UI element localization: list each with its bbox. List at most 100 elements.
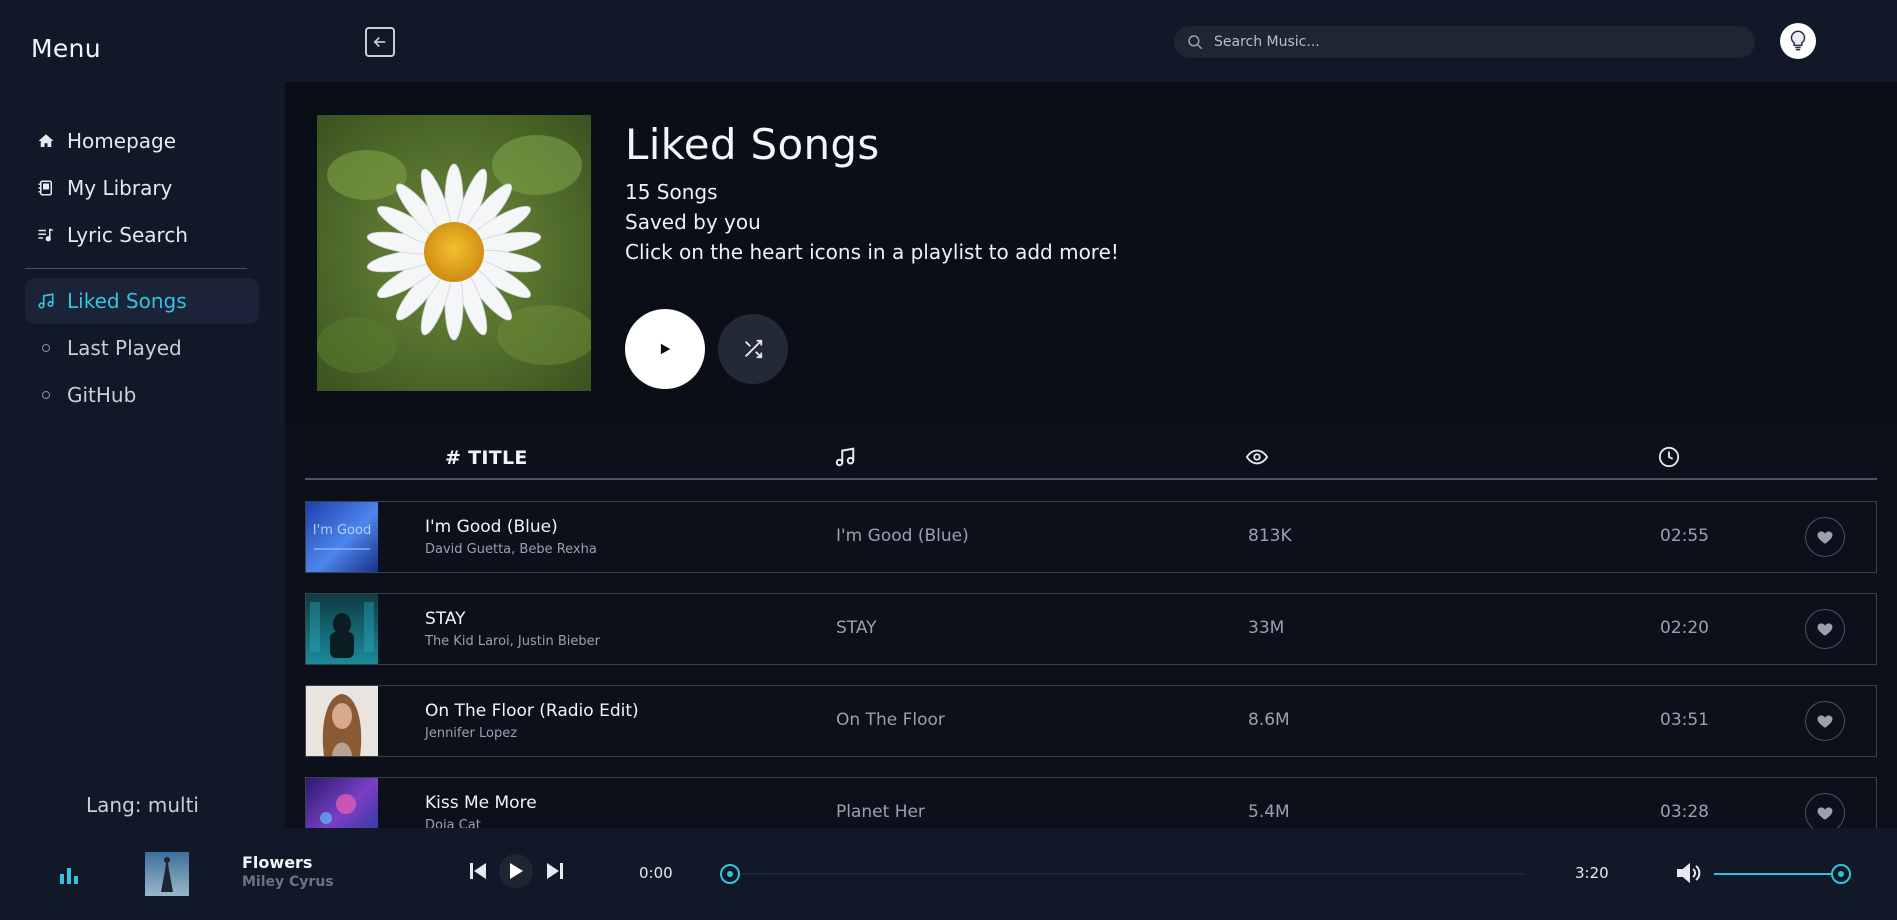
play-icon: [660, 343, 671, 355]
search-icon: [1188, 35, 1203, 50]
now-playing-title: Flowers: [242, 853, 313, 872]
song-views: 8.6M: [1248, 710, 1290, 730]
sidebar-item-liked-songs[interactable]: Liked Songs: [25, 278, 259, 324]
total-time: 3:20: [1575, 864, 1609, 882]
song-title: STAY: [425, 609, 466, 629]
shuffle-icon: [745, 339, 763, 359]
table-row[interactable]: Kiss Me More Doja Cat Planet Her 5.4M 03…: [305, 777, 1877, 828]
circle-icon: [42, 344, 50, 352]
table-row[interactable]: STAY The Kid Laroi, Justin Bieber STAY 3…: [305, 593, 1877, 665]
circle-icon: [42, 391, 50, 399]
playlist-header: Liked Songs 15 Songs Saved by you Click …: [285, 82, 1897, 424]
home-icon: [36, 131, 56, 151]
heart-icon: [1817, 531, 1833, 544]
now-playing-thumbnail: [145, 852, 189, 896]
sidebar-item-label: Lyric Search: [67, 223, 188, 247]
heart-icon: [1817, 715, 1833, 728]
volume-handle[interactable]: [1831, 864, 1851, 884]
seek-handle[interactable]: [720, 864, 740, 884]
next-track-icon[interactable]: [547, 862, 563, 880]
music-note-icon: [36, 291, 56, 311]
like-button[interactable]: [1805, 609, 1845, 649]
library-icon: [36, 178, 56, 198]
sidebar-item-label: Liked Songs: [67, 289, 187, 313]
title-column-header: # TITLE: [445, 447, 528, 469]
table-row[interactable]: I'm Good I'm Good (Blue) David Guetta, B…: [305, 501, 1877, 573]
music-app: Menu Homepage My Library Lyric Search Li…: [0, 0, 1897, 920]
song-album: STAY: [836, 618, 877, 638]
search-input[interactable]: [1214, 34, 1734, 50]
song-thumbnail: [306, 594, 378, 664]
sidebar: Menu Homepage My Library Lyric Search Li…: [0, 0, 285, 828]
song-artist: Jennifer Lopez: [425, 726, 518, 741]
equalizer-icon[interactable]: [60, 868, 80, 884]
sidebar-item-lyric-search[interactable]: Lyric Search: [25, 212, 259, 258]
like-button[interactable]: [1805, 701, 1845, 741]
like-button[interactable]: [1805, 517, 1845, 557]
sidebar-item-homepage[interactable]: Homepage: [25, 118, 259, 164]
saved-by-text: Saved by you: [625, 210, 761, 234]
song-album: Planet Her: [836, 802, 925, 822]
song-thumbnail: I'm Good: [306, 502, 378, 572]
top-bar: [285, 0, 1897, 82]
playlist-cover-image: [317, 115, 591, 391]
heart-icon: [1817, 807, 1833, 820]
menu-title: Menu: [31, 34, 101, 63]
song-thumbnail: [306, 686, 378, 756]
song-count: 15 Songs: [625, 180, 718, 204]
playlist-title: Liked Songs: [625, 120, 880, 169]
song-title: I'm Good (Blue): [425, 517, 558, 537]
back-arrow-icon: [373, 36, 386, 48]
sidebar-item-last-played[interactable]: Last Played: [25, 325, 259, 371]
song-table: # TITLE I'm Good I'm Good (Blue) David G…: [285, 424, 1897, 828]
search-bar: [1174, 26, 1755, 58]
sidebar-item-my-library[interactable]: My Library: [25, 165, 259, 211]
song-duration: 02:20: [1660, 618, 1709, 638]
sidebar-item-label: Last Played: [67, 336, 182, 360]
sidebar-item-label: My Library: [67, 176, 173, 200]
table-header: # TITLE: [305, 424, 1877, 480]
lyric-search-icon: [36, 225, 56, 245]
song-duration: 02:55: [1660, 526, 1709, 546]
play-icon: [510, 863, 523, 879]
eye-icon: [1246, 449, 1268, 465]
sidebar-item-label: GitHub: [67, 383, 137, 407]
volume-slider[interactable]: [1714, 873, 1841, 875]
song-views: 5.4M: [1248, 802, 1290, 822]
music-note-icon: [835, 447, 855, 467]
back-button[interactable]: [365, 27, 395, 57]
player-bar: Flowers Miley Cyrus 0:00 3:20: [0, 828, 1897, 920]
song-duration: 03:28: [1660, 802, 1709, 822]
song-views: 33M: [1248, 618, 1285, 638]
now-playing-artist: Miley Cyrus: [242, 874, 334, 890]
main-nav: Homepage My Library Lyric Search: [25, 118, 259, 259]
nav-divider: [25, 268, 247, 269]
playlist-nav: Liked Songs Last Played GitHub: [25, 278, 259, 419]
volume-icon[interactable]: [1676, 862, 1702, 884]
play-button[interactable]: [499, 854, 533, 888]
song-thumbnail: [306, 778, 378, 828]
clock-icon: [1658, 446, 1680, 468]
table-row[interactable]: On The Floor (Radio Edit) Jennifer Lopez…: [305, 685, 1877, 757]
lightbulb-avatar: [1790, 30, 1806, 51]
song-title: Kiss Me More: [425, 793, 537, 813]
seek-bar[interactable]: [720, 873, 1525, 875]
add-hint-text: Click on the heart icons in a playlist t…: [625, 240, 1119, 264]
avatar[interactable]: [1780, 23, 1816, 59]
language-label[interactable]: Lang: multi: [0, 793, 285, 817]
song-album: On The Floor: [836, 710, 945, 730]
song-title: On The Floor (Radio Edit): [425, 701, 639, 721]
sidebar-item-label: Homepage: [67, 129, 177, 153]
sidebar-item-github[interactable]: GitHub: [25, 372, 259, 418]
song-artist: The Kid Laroi, Justin Bieber: [425, 634, 600, 649]
svg-text:I'm Good: I'm Good: [313, 523, 371, 538]
like-button[interactable]: [1805, 793, 1845, 828]
heart-icon: [1817, 623, 1833, 636]
song-duration: 03:51: [1660, 710, 1709, 730]
song-artist: Doja Cat: [425, 818, 481, 828]
song-artist: David Guetta, Bebe Rexha: [425, 542, 597, 557]
current-time: 0:00: [639, 864, 673, 882]
previous-track-icon[interactable]: [470, 862, 486, 880]
play-playlist-button[interactable]: [625, 309, 705, 389]
shuffle-button[interactable]: [718, 314, 788, 384]
